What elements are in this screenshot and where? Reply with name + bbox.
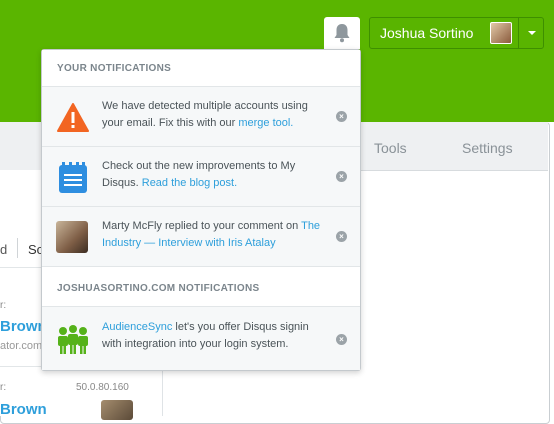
section-title: JOSHUASORTINO.COM NOTIFICATIONS	[42, 270, 360, 307]
divider	[518, 18, 519, 48]
commenter-name[interactable]: Brown	[0, 318, 47, 335]
merge-tool-link[interactable]: merge tool.	[238, 117, 293, 129]
close-icon[interactable]: ×	[336, 231, 347, 242]
comment-meta: r:	[0, 300, 7, 311]
audiencesync-link[interactable]: AudienceSync	[102, 321, 172, 333]
notepad-icon	[56, 161, 90, 195]
commenter-name[interactable]: Brown	[0, 401, 47, 418]
notification-text: Marty McFly replied to your comment on T…	[102, 220, 321, 249]
bell-icon	[334, 24, 350, 43]
avatar	[56, 221, 90, 255]
notification-item[interactable]: We have detected multiple accounts using…	[42, 87, 360, 147]
section-title: YOUR NOTIFICATIONS	[42, 50, 360, 87]
notification-item[interactable]: Marty McFly replied to your comment on T…	[42, 207, 360, 267]
blog-post-link[interactable]: Read the blog post.	[142, 177, 237, 189]
close-icon[interactable]: ×	[336, 111, 347, 122]
notification-item[interactable]: Check out the new improvements to My Dis…	[42, 147, 360, 207]
chevron-down-icon[interactable]	[528, 31, 536, 35]
user-menu-button[interactable]: Joshua Sortino	[369, 17, 544, 49]
warning-icon	[56, 101, 90, 135]
divider	[17, 238, 18, 258]
user-name: Joshua Sortino	[380, 25, 474, 41]
notifications-button[interactable]	[324, 17, 360, 49]
notification-item[interactable]: AudienceSync let's you offer Disqus sign…	[42, 307, 360, 370]
avatar	[490, 22, 512, 44]
notifications-dropdown: YOUR NOTIFICATIONS We have detected mult…	[41, 49, 361, 371]
avatar	[101, 400, 133, 420]
tab-settings[interactable]: Settings	[462, 140, 513, 156]
close-icon[interactable]: ×	[336, 334, 347, 345]
notification-text: Check out the new improvements to My Dis…	[102, 160, 296, 189]
tab-tools[interactable]: Tools	[374, 140, 407, 156]
filter-option[interactable]: d	[0, 242, 7, 257]
commenter-site: ator.com	[0, 340, 43, 352]
people-icon	[56, 323, 90, 357]
notification-text: We have detected multiple accounts using…	[102, 100, 308, 129]
commenter-ip: 50.0.80.160	[76, 382, 129, 393]
comment-meta: r:	[0, 382, 7, 393]
close-icon[interactable]: ×	[336, 171, 347, 182]
notification-text: AudienceSync let's you offer Disqus sign…	[102, 321, 309, 350]
